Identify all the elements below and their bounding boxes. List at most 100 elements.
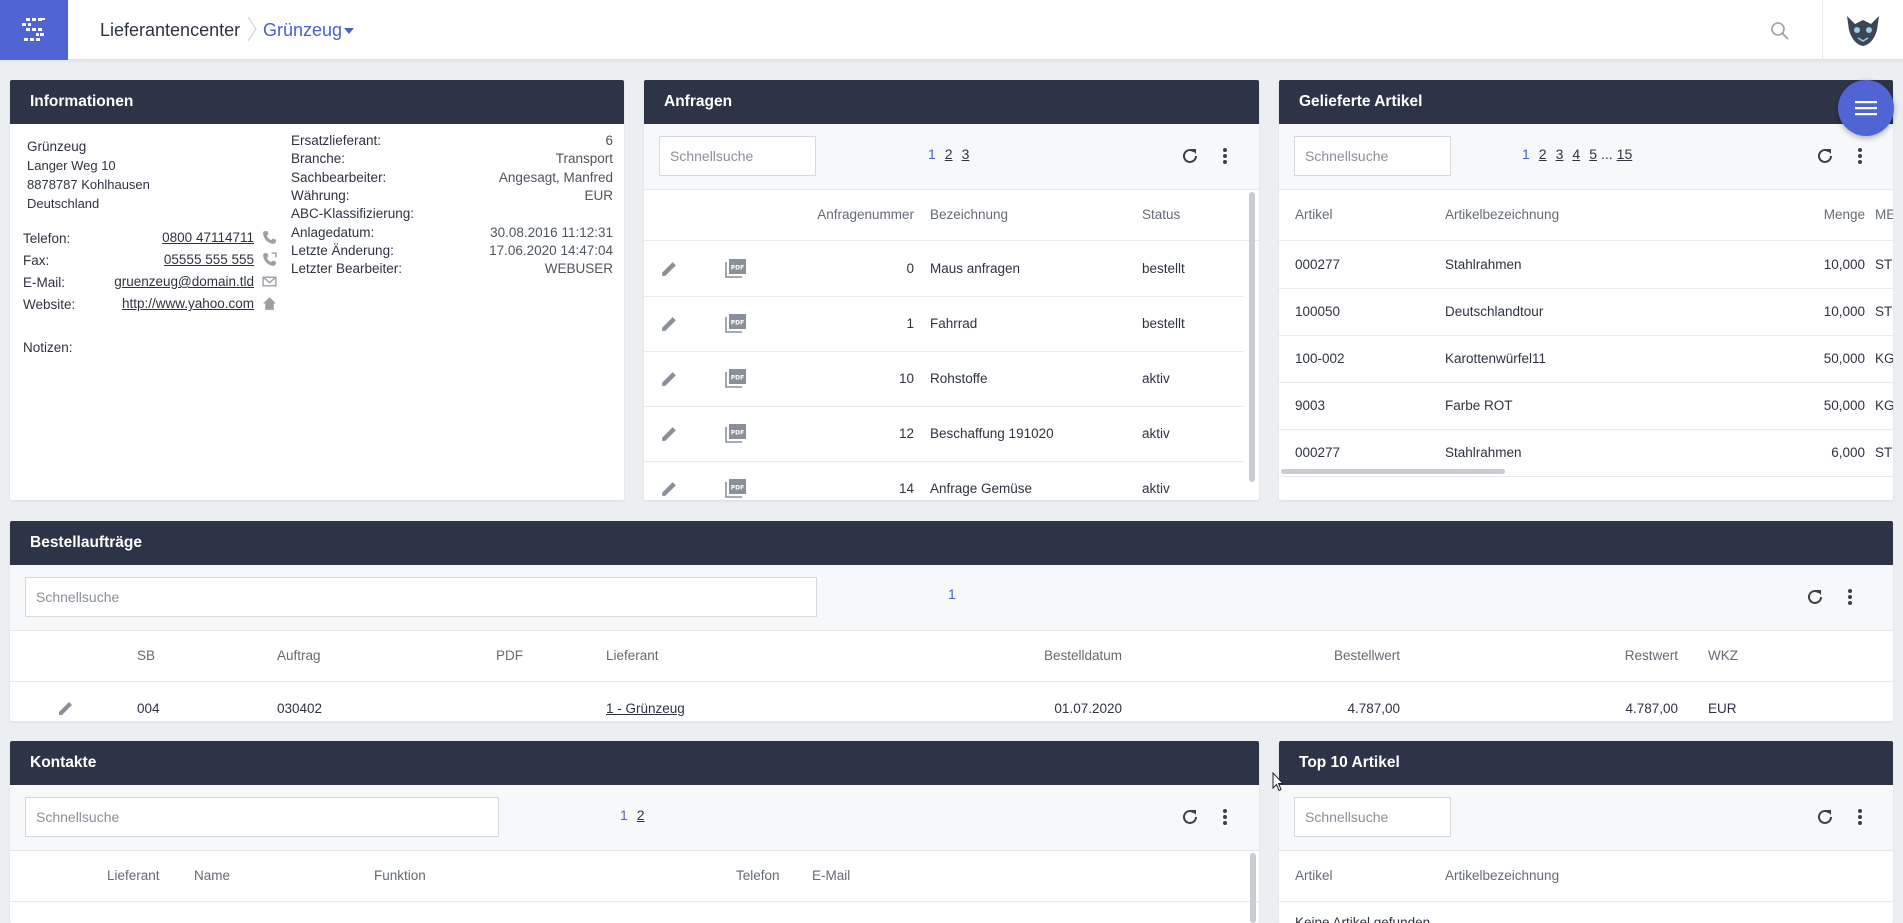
col-artikel[interactable]: Artikel — [1295, 868, 1333, 883]
page-link[interactable]: 1 — [928, 146, 936, 162]
refresh-icon[interactable] — [1179, 145, 1201, 167]
pdf-icon[interactable]: PDF — [725, 423, 747, 443]
pdf-icon[interactable]: PDF — [725, 313, 747, 333]
more-vert-icon[interactable] — [1849, 145, 1871, 167]
col-wkz[interactable]: WKZ — [1708, 648, 1738, 663]
fax-link[interactable]: 05555 555 555 — [156, 252, 254, 267]
more-vert-icon[interactable] — [1849, 806, 1871, 828]
page-link[interactable]: 2 — [637, 807, 645, 823]
phone-icon[interactable] — [262, 230, 277, 245]
scrollbar[interactable] — [1249, 192, 1255, 482]
info-field-label: Anlagedatum: — [291, 224, 375, 240]
logo-icon — [22, 18, 45, 41]
home-icon[interactable] — [262, 296, 277, 311]
page-link[interactable]: 2 — [1539, 146, 1547, 162]
edit-icon[interactable] — [660, 314, 679, 333]
info-panel-title: Informationen — [10, 80, 624, 124]
kontakte-panel: Kontakte Schnellsuche 12 Lieferant Name … — [10, 741, 1259, 923]
page-link[interactable]: 1 — [948, 586, 956, 602]
col-sb[interactable]: SB — [137, 648, 155, 663]
search-input[interactable]: Schnellsuche — [25, 797, 499, 837]
breadcrumb-separator-icon — [247, 16, 257, 42]
anfragen-toolbar: Schnellsuche 123 — [644, 124, 1259, 190]
cell-wkz: EUR — [1708, 701, 1737, 716]
col-name[interactable]: Name — [194, 868, 230, 883]
col-bezeichnung[interactable]: Bezeichnung — [930, 207, 1008, 222]
page-link[interactable]: 1 — [620, 807, 628, 823]
cell-status: aktiv — [1142, 481, 1170, 496]
col-email[interactable]: E-Mail — [812, 868, 850, 883]
cell-menge: 50,000 — [1823, 398, 1865, 413]
refresh-icon[interactable] — [1814, 145, 1836, 167]
page-link[interactable]: 4 — [1572, 146, 1580, 162]
website-link[interactable]: http://www.yahoo.com — [94, 296, 254, 311]
search-input[interactable]: Schnellsuche — [659, 136, 816, 176]
col-status[interactable]: Status — [1142, 207, 1180, 222]
page-link[interactable]: 2 — [945, 146, 953, 162]
page-link[interactable]: 1 — [1522, 146, 1530, 162]
edit-icon[interactable] — [660, 424, 679, 443]
col-bestellwert[interactable]: Bestellwert — [1250, 648, 1400, 663]
horizontal-scrollbar[interactable] — [1281, 469, 1505, 474]
page-link[interactable]: 3 — [962, 146, 970, 162]
phone-link[interactable]: 0800 47114711 — [156, 230, 254, 245]
menu-fab-button[interactable] — [1838, 80, 1894, 136]
more-vert-icon[interactable] — [1214, 806, 1236, 828]
cell-bezeichnung: Fahrrad — [930, 316, 978, 331]
col-artikel[interactable]: Artikel — [1295, 207, 1333, 222]
more-vert-icon[interactable] — [1214, 145, 1236, 167]
email-link[interactable]: gruenzeug@domain.tld — [94, 274, 254, 289]
address-line: Deutschland — [27, 196, 100, 211]
edit-icon[interactable] — [660, 259, 679, 278]
col-lieferant[interactable]: Lieferant — [606, 648, 659, 663]
fax-icon[interactable] — [262, 252, 277, 267]
search-icon[interactable] — [1770, 21, 1790, 41]
col-artikelbezeichnung[interactable]: Artikelbezeichnung — [1445, 207, 1559, 222]
cell-bezeichnung: Rohstoffe — [930, 371, 988, 386]
breadcrumb-current[interactable]: Grünzeug — [263, 20, 342, 41]
scrollbar[interactable] — [1250, 853, 1256, 923]
col-anfragenummer[interactable]: Anfragenummer — [794, 207, 914, 222]
bestell-panel-title: Bestellaufträge — [10, 521, 1893, 565]
cell-menge: 50,000 — [1823, 351, 1865, 366]
col-pdf[interactable]: PDF — [496, 648, 523, 663]
col-restwert[interactable]: Restwert — [1540, 648, 1678, 663]
chevron-down-icon[interactable] — [344, 28, 354, 34]
cell-lieferant-link[interactable]: 1 - Grünzeug — [606, 701, 685, 716]
app-logo[interactable] — [0, 0, 68, 60]
page-link[interactable]: 15 — [1617, 146, 1633, 162]
col-me[interactable]: ME — [1875, 207, 1893, 222]
row-divider — [644, 351, 1244, 352]
pdf-icon[interactable]: PDF — [725, 478, 747, 498]
col-funktion[interactable]: Funktion — [374, 868, 426, 883]
cell-anfragenummer: 12 — [898, 426, 914, 441]
col-lieferant[interactable]: Lieferant — [107, 868, 160, 883]
col-auftrag[interactable]: Auftrag — [277, 648, 321, 663]
svg-text:PDF: PDF — [731, 265, 744, 272]
pdf-icon[interactable]: PDF — [725, 368, 747, 388]
more-vert-icon[interactable] — [1839, 586, 1861, 608]
mail-icon[interactable] — [262, 274, 277, 289]
pagination: 1 — [948, 586, 965, 602]
breadcrumb-root[interactable]: Lieferantencenter — [100, 20, 240, 41]
refresh-icon[interactable] — [1814, 806, 1836, 828]
page-link[interactable]: 5 — [1589, 146, 1597, 162]
refresh-icon[interactable] — [1804, 586, 1826, 608]
cell-menge: 10,000 — [1823, 304, 1865, 319]
edit-icon[interactable] — [660, 369, 679, 388]
search-input[interactable]: Schnellsuche — [1294, 797, 1451, 837]
search-input[interactable]: Schnellsuche — [25, 577, 817, 617]
cell-status: bestellt — [1142, 316, 1185, 331]
edit-icon[interactable] — [660, 479, 679, 498]
col-menge[interactable]: Menge — [1799, 207, 1865, 222]
avatar[interactable] — [1822, 0, 1903, 60]
cell-bezeichnung: Maus anfragen — [930, 261, 1021, 276]
edit-icon[interactable] — [57, 699, 75, 717]
page-link[interactable]: 3 — [1556, 146, 1564, 162]
col-bestelldatum[interactable]: Bestelldatum — [970, 648, 1122, 663]
refresh-icon[interactable] — [1179, 806, 1201, 828]
col-telefon[interactable]: Telefon — [736, 868, 780, 883]
pdf-icon[interactable]: PDF — [725, 258, 747, 278]
col-artikelbezeichnung[interactable]: Artikelbezeichnung — [1445, 868, 1559, 883]
search-input[interactable]: Schnellsuche — [1294, 136, 1451, 176]
